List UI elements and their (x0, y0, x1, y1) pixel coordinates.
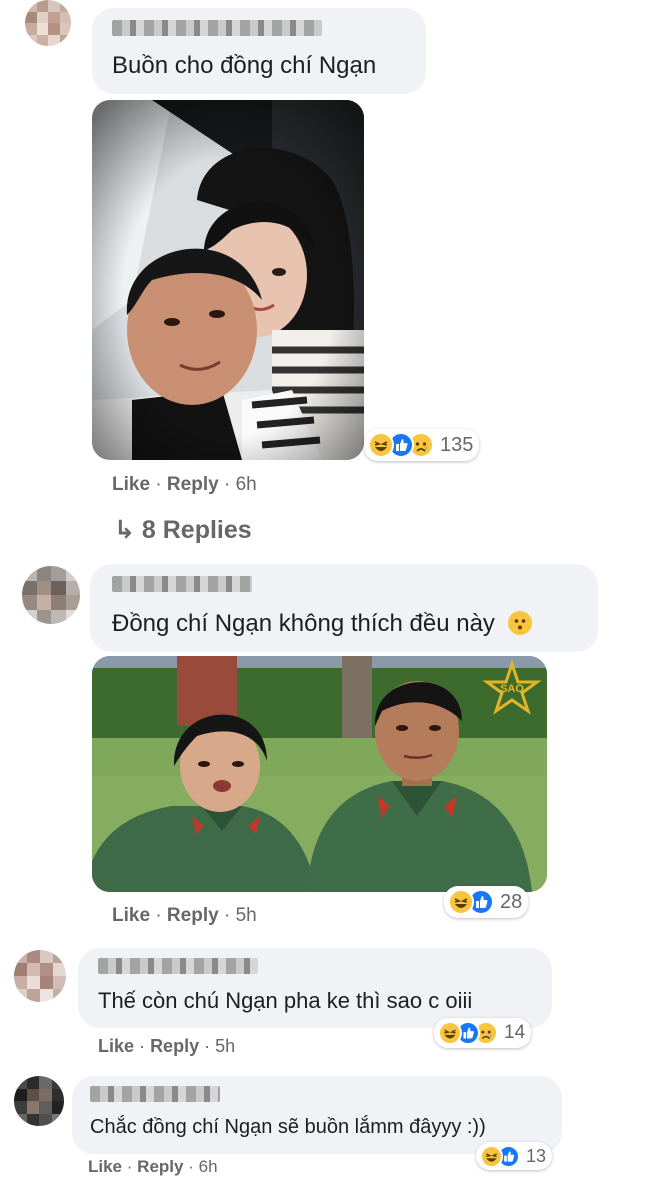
commenter-name-blurred[interactable] (98, 958, 258, 974)
reply-link[interactable]: Reply (150, 1036, 199, 1056)
reaction-summary[interactable]: 13 (476, 1142, 553, 1170)
commenter-name-blurred[interactable] (90, 1086, 220, 1102)
reaction-summary[interactable]: 135 (364, 429, 480, 461)
separator: · (139, 1036, 146, 1056)
laugh-icon (368, 432, 394, 458)
separator: · (223, 905, 231, 926)
comment-actions: Like · Reply · 6h (112, 474, 257, 496)
reply-arrow-icon: ↳ (114, 516, 135, 544)
commenter-avatar[interactable] (14, 1076, 64, 1126)
laugh-icon (480, 1144, 503, 1168)
reaction-count: 13 (526, 1145, 547, 1166)
comment-timestamp[interactable]: 6h (236, 474, 257, 495)
separator: · (126, 1157, 133, 1176)
comment-text: Đồng chí Ngạn không thích đều này (112, 610, 532, 638)
laugh-icon (448, 889, 474, 915)
comment-text: Chắc đồng chí Ngạn sẽ buồn lắmm đâyyy :)… (90, 1116, 486, 1138)
commenter-name-blurred[interactable] (112, 576, 252, 592)
like-link[interactable]: Like (112, 474, 150, 495)
comment-bubble: Thế còn chú Ngạn pha ke thì sao c oiii (78, 948, 552, 1028)
reaction-count: 14 (504, 1022, 526, 1043)
reaction-count: 135 (440, 433, 474, 456)
reply-link[interactable]: Reply (137, 1157, 183, 1176)
comment-timestamp[interactable]: 5h (215, 1036, 235, 1056)
comment-text: Buồn cho đồng chí Ngạn (112, 52, 377, 79)
separator: · (223, 474, 231, 495)
comment-actions: Like · Reply · 6h (88, 1157, 218, 1177)
watermark-text: SAO (500, 683, 524, 695)
comment-bubble: Buồn cho đồng chí Ngạn (92, 8, 426, 94)
like-link[interactable]: Like (88, 1157, 122, 1176)
separator: · (204, 1036, 211, 1056)
comment-photo[interactable] (92, 100, 364, 460)
comment-timestamp[interactable]: 5h (236, 905, 257, 926)
reaction-summary[interactable]: 28 (444, 886, 529, 918)
separator: · (155, 905, 162, 926)
comment-text: Thế còn chú Ngạn pha ke thì sao c oiii (98, 988, 473, 1013)
separator: · (188, 1157, 194, 1176)
commenter-name-blurred[interactable] (112, 20, 322, 36)
commenter-avatar[interactable] (22, 566, 80, 624)
comment-bubble: Đồng chí Ngạn không thích đều này (90, 564, 598, 652)
comment-photo[interactable]: SAO (92, 656, 547, 892)
couple-selfie-image (92, 100, 364, 460)
comment-timestamp[interactable]: 6h (199, 1157, 218, 1176)
like-link[interactable]: Like (98, 1036, 134, 1056)
reply-link[interactable]: Reply (167, 905, 219, 926)
separator: · (155, 474, 162, 495)
reply-link[interactable]: Reply (167, 474, 219, 495)
commenter-avatar[interactable] (25, 0, 71, 46)
view-replies-link[interactable]: ↳ 8 Replies (114, 515, 252, 545)
laugh-icon (438, 1021, 462, 1045)
reaction-count: 28 (500, 890, 523, 913)
soldiers-tv-still-image: SAO (92, 656, 547, 892)
like-link[interactable]: Like (112, 905, 150, 926)
comment-actions: Like · Reply · 5h (98, 1036, 235, 1057)
commenter-avatar[interactable] (14, 950, 66, 1002)
reaction-summary[interactable]: 14 (434, 1018, 532, 1048)
comment-actions: Like · Reply · 5h (112, 905, 257, 927)
neutral-face-emoji-icon (507, 611, 532, 635)
replies-count-label: 8 Replies (141, 516, 252, 544)
